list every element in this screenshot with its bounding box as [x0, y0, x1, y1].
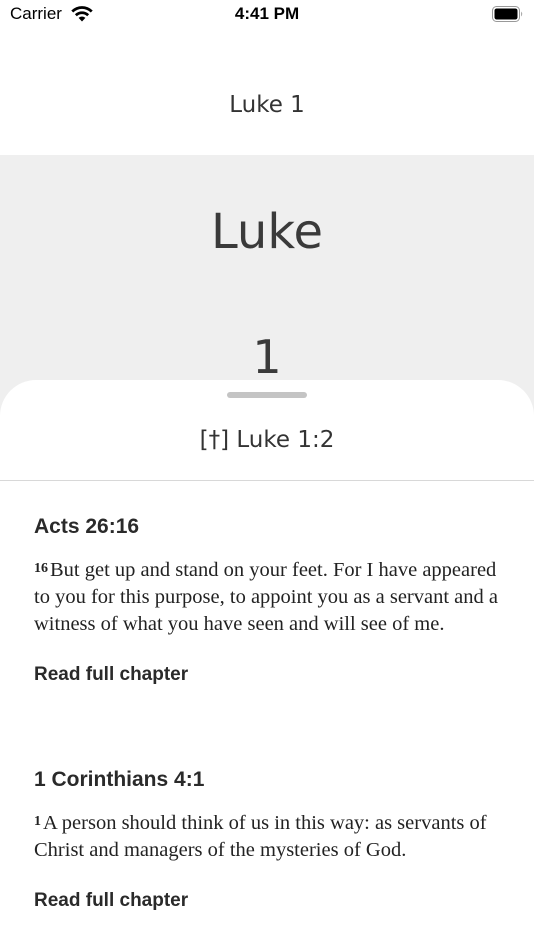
reference-item: Acts 26:16 16But get up and stand on you…	[0, 515, 534, 686]
verse-text: A person should think of us in this way:…	[34, 812, 487, 861]
navigation-header: Luke 1	[0, 30, 534, 155]
book-name: Luke	[211, 204, 323, 260]
page-title[interactable]: Luke 1	[0, 92, 534, 118]
divider	[0, 480, 534, 481]
sheet-title: [†] Luke 1:2	[199, 427, 335, 453]
read-full-chapter-link[interactable]: Read full chapter	[34, 890, 188, 912]
clock: 4:41 PM	[234, 4, 300, 23]
verse-number: 16	[34, 561, 48, 576]
verse-number: 1	[34, 814, 41, 829]
reference-title: 1 Corinthians 4:1	[34, 768, 205, 791]
verse-text: But get up and stand on your feet. For I…	[34, 559, 499, 635]
read-full-chapter-link[interactable]: Read full chapter	[34, 664, 188, 686]
cross-reference-sheet: [†] Luke 1:2 Acts 26:16 16But get up and…	[0, 380, 534, 950]
chapter-number: 1	[252, 330, 282, 384]
reference-item: 1 Corinthians 4:1 1A person should think…	[0, 768, 534, 912]
status-bar: Carrier 4:41 PM	[0, 0, 534, 30]
sheet-grabber-handle[interactable]	[227, 392, 307, 398]
reference-text: 16But get up and stand on your feet. For…	[34, 557, 500, 638]
chapter-header: Luke 1	[0, 155, 534, 415]
battery-icon	[492, 6, 523, 22]
reference-text: 1A person should think of us in this way…	[34, 810, 500, 864]
reference-title: Acts 26:16	[34, 515, 140, 538]
